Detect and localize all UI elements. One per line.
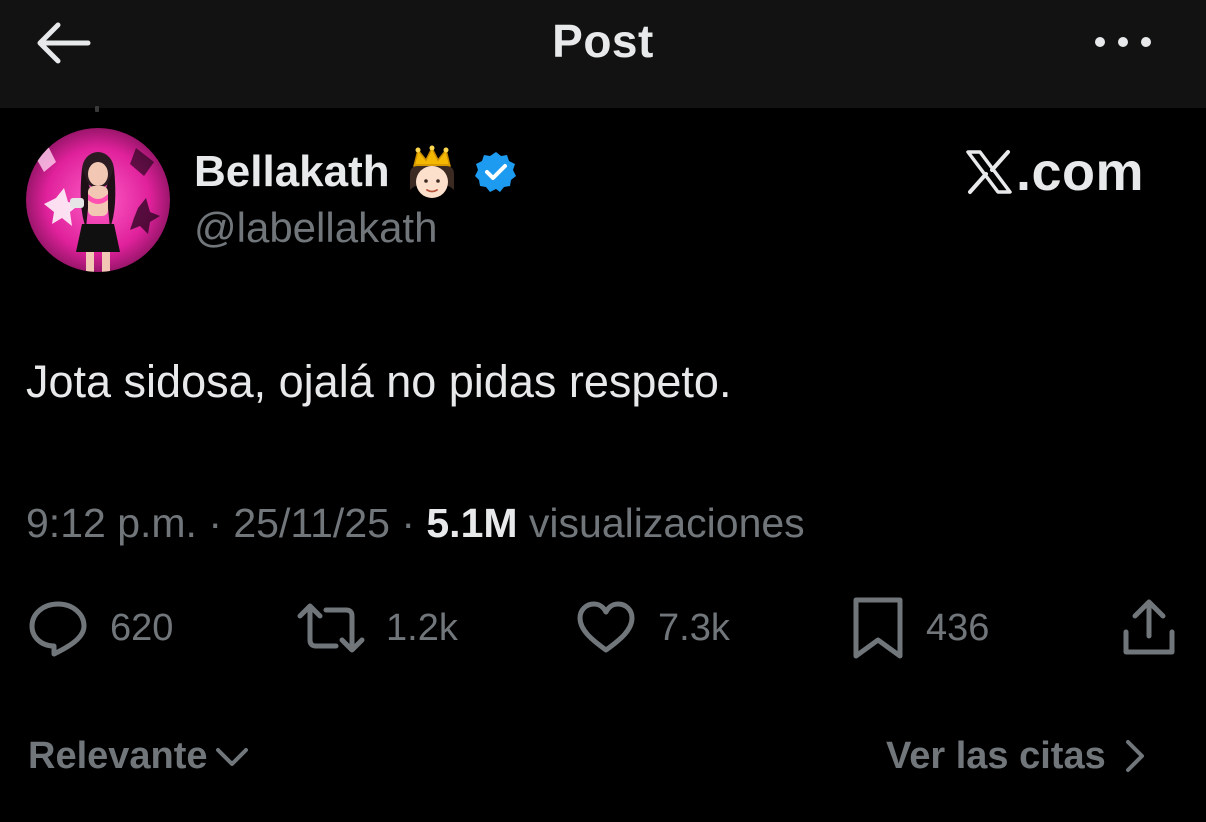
chevron-right-icon — [1125, 740, 1144, 772]
princess-emoji-icon — [409, 145, 454, 198]
repost-count: 1.2k — [386, 606, 458, 649]
quotes-label: Ver las citas — [886, 734, 1106, 777]
bookmark-count: 436 — [926, 606, 990, 649]
page-title: Post — [552, 15, 654, 67]
views-label: visualizaciones — [517, 500, 805, 546]
post-text: Jota sidosa, ojalá no pidas respeto. — [26, 356, 732, 407]
meta-separator: · — [389, 500, 427, 546]
post-meta: 9:12 p.m. · 25/11/25 · 5.1M visualizacio… — [26, 500, 805, 547]
more-horizontal-icon — [1095, 37, 1151, 47]
share-button[interactable] — [1120, 596, 1178, 660]
meta-separator: · — [196, 500, 234, 546]
sort-dropdown[interactable]: Relevante — [28, 730, 252, 782]
chevron-down-icon — [215, 748, 248, 766]
reply-icon — [29, 601, 87, 657]
post-date[interactable]: 25/11/25 — [233, 500, 390, 546]
repost-icon — [297, 603, 365, 653]
reply-button[interactable]: 620 — [26, 596, 173, 660]
share-icon — [1123, 599, 1175, 655]
views-count[interactable]: 5.1M — [426, 500, 517, 546]
bookmark-button[interactable]: 436 — [850, 596, 989, 660]
reply-count: 620 — [110, 606, 174, 649]
author-row: Bellakath — [194, 140, 518, 204]
author-handle[interactable]: @labellakath — [194, 204, 437, 252]
sort-label: Relevante — [28, 734, 208, 777]
brand-watermark: .com — [964, 140, 1144, 204]
bookmark-icon — [853, 597, 903, 659]
display-name[interactable]: Bellakath — [194, 147, 390, 197]
divider-mark — [95, 106, 99, 112]
repost-button[interactable]: 1.2k — [296, 596, 458, 660]
like-count: 7.3k — [658, 606, 730, 649]
avatar[interactable] — [26, 128, 170, 272]
top-bar: Post — [0, 0, 1206, 108]
more-options-button[interactable] — [1090, 24, 1156, 60]
post-time[interactable]: 9:12 p.m. — [26, 500, 197, 546]
view-quotes-link[interactable]: Ver las citas — [886, 730, 1154, 782]
x-logo-icon — [966, 150, 1012, 194]
brand-text: .com — [1016, 142, 1145, 202]
heart-icon — [577, 601, 635, 653]
like-button[interactable]: 7.3k — [574, 596, 730, 660]
verified-badge-icon — [474, 152, 516, 192]
